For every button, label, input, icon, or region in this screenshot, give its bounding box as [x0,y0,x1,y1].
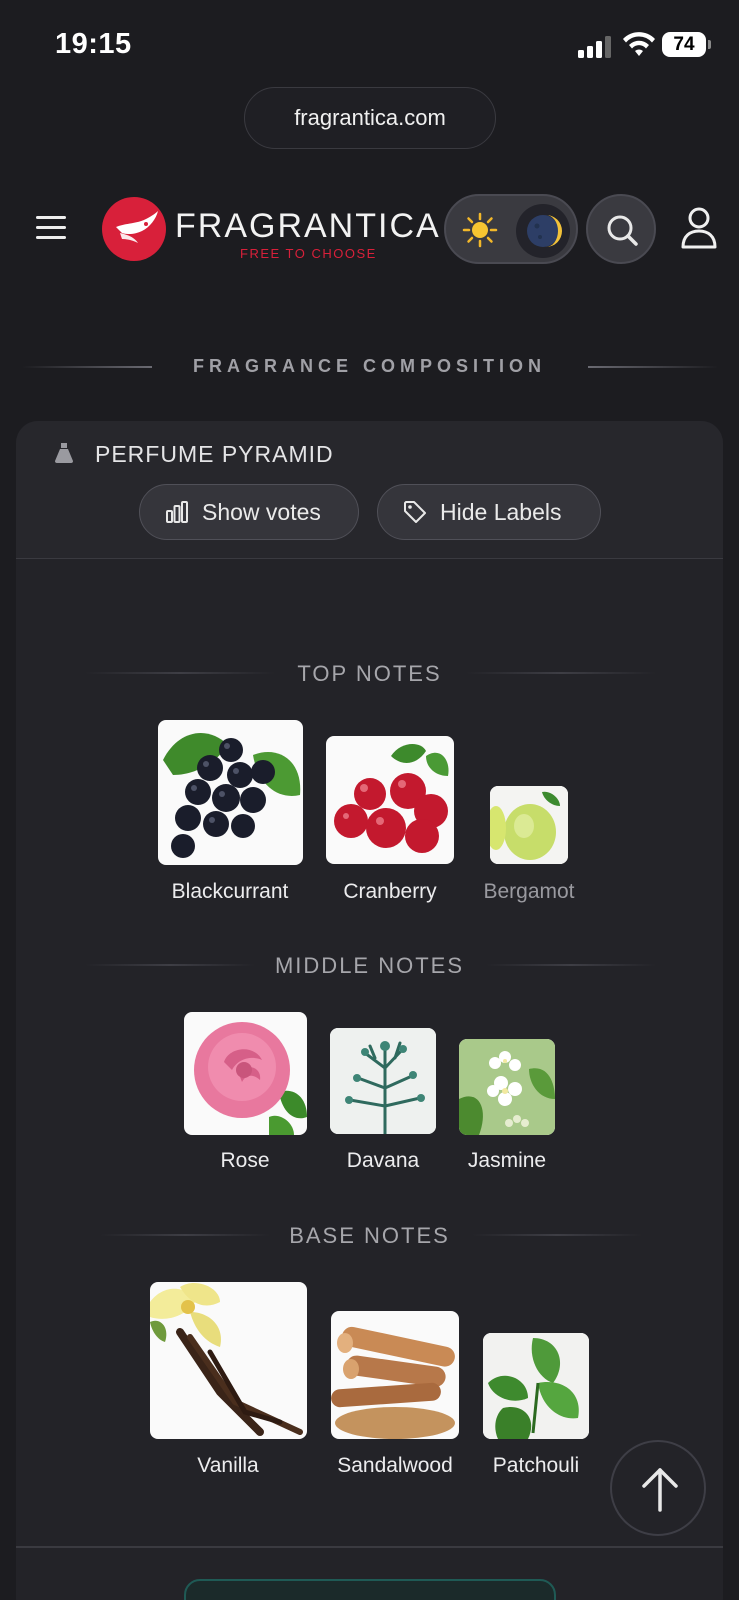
battery-indicator: 74 [662,32,711,57]
note-label: Vanilla [197,1454,259,1477]
hide-labels-label: Hide Labels [440,498,562,525]
note-label: Patchouli [492,1454,580,1477]
status-time: 19:15 [55,28,132,60]
sun-icon[interactable] [462,212,498,248]
notes-divider [486,964,656,966]
note-label: Cranberry [343,880,437,903]
note-label: Davana [346,1149,420,1172]
arrow-up-icon[interactable] [612,1442,708,1538]
show-votes-label: Show votes [202,498,321,525]
scroll-to-top-button[interactable] [610,1440,706,1536]
rose-image[interactable] [184,1012,307,1135]
note-label: Sandalwood [337,1454,453,1477]
brand-name[interactable]: FRAGRANTICA [175,207,441,246]
cellular-signal-icon [578,34,614,58]
note-label: Rose [220,1149,270,1172]
status-bar: 19:15 74 [0,0,739,90]
sandalwood-image[interactable] [331,1311,459,1439]
notes-divider [472,1234,642,1236]
jasmine-image[interactable] [459,1039,555,1135]
section-divider-right [588,366,718,368]
note-label: Blackcurrant [171,880,289,903]
patchouli-image[interactable] [483,1333,589,1439]
brand-tagline: FREE TO CHOOSE [240,246,377,261]
hide-labels-button[interactable]: Hide Labels [377,484,601,540]
page: 19:15 74 fragrantica.com FRAGRANTICA FRE… [0,0,739,1600]
cranberry-image[interactable] [326,736,454,864]
middle-notes-heading: MIDDLE NOTES [274,953,465,978]
card-footer-divider [16,1546,723,1548]
wifi-icon [623,32,655,56]
bar-chart-icon [166,501,188,523]
moon-icon[interactable] [516,204,570,258]
note-label: Jasmine [467,1149,547,1172]
blackcurrant-image[interactable] [158,720,303,865]
search-icon[interactable] [588,196,658,266]
theme-toggle[interactable] [444,194,578,264]
base-notes-heading: BASE NOTES [289,1223,450,1248]
pyramid-card-header: PERFUME PYRAMID Show votes Hide Labels [16,421,723,559]
show-votes-button[interactable]: Show votes [139,484,359,540]
site-header: FRAGRANTICA FREE TO CHOOSE [0,190,739,270]
vanilla-image[interactable] [150,1282,307,1439]
tag-icon [404,501,426,523]
hamburger-menu-icon[interactable] [36,216,66,240]
user-account-icon[interactable] [680,206,718,250]
pyramid-title: PERFUME PYRAMID [95,441,334,467]
top-notes-heading: TOP NOTES [297,661,442,686]
davana-image[interactable] [330,1028,436,1134]
address-bar[interactable]: fragrantica.com [244,87,496,149]
bergamot-image[interactable] [490,786,568,864]
note-label: Bergamot [483,880,575,903]
bottom-action-button[interactable] [184,1579,556,1600]
perfume-bottle-icon [55,443,73,463]
fragrantica-logo[interactable] [102,197,166,261]
notes-divider [466,672,656,674]
search-button[interactable] [586,194,656,264]
